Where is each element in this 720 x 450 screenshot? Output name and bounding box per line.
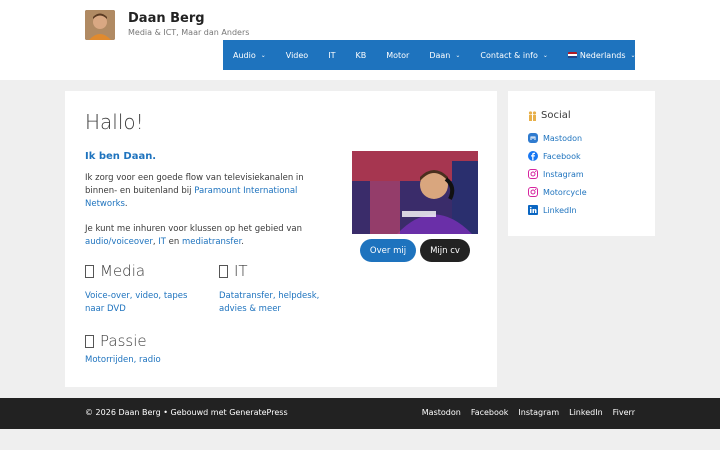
nav-item-contact[interactable]: Contact & info ⌄ — [470, 40, 557, 70]
people-emoji-icon — [528, 110, 537, 121]
site-title[interactable]: Daan Berg — [128, 11, 205, 26]
intro-heading: Ik ben Daan. — [85, 151, 157, 162]
nav-item-label: Daan — [429, 50, 451, 60]
profile-photo — [352, 151, 478, 234]
nav-item-motor[interactable]: Motor — [376, 40, 419, 70]
dutch-flag-icon — [567, 51, 577, 59]
footer-navigation: Mastodon Facebook Instagram LinkedIn Fiv… — [422, 408, 635, 417]
missing-glyph-icon — [219, 264, 228, 278]
site-footer: © 2026 Daan Berg • Gebouwd met GenerateP… — [0, 398, 720, 429]
main-navigation: Audio ⌄ Video IT KB Motor Daan ⌄ Contact… — [223, 40, 636, 70]
chevron-down-icon: ⌄ — [542, 51, 548, 59]
media-section-title: Media — [85, 262, 145, 280]
social-link-label: LinkedIn — [543, 205, 577, 215]
nav-item-audio[interactable]: Audio ⌄ — [223, 40, 276, 70]
nav-item-label: Motor — [386, 50, 410, 60]
nav-item-kb[interactable]: KB — [345, 40, 376, 70]
social-link-label: Mastodon — [543, 133, 583, 143]
missing-glyph-icon — [85, 334, 94, 348]
social-link-facebook[interactable]: Facebook — [528, 151, 581, 161]
nav-item-video[interactable]: Video — [276, 40, 318, 70]
about-me-button[interactable]: Over mij — [360, 239, 416, 262]
social-link-instagram[interactable]: Instagram — [528, 169, 584, 179]
social-link-linkedin[interactable]: LinkedIn — [528, 205, 577, 215]
section-title-text: IT — [234, 262, 248, 280]
site-header: Daan Berg Media & ICT, Maar dan Anders A… — [0, 0, 720, 80]
copyright-text: © 2026 Daan Berg • Gebouwd met GenerateP… — [85, 408, 288, 417]
passie-section-links[interactable]: Motorrijden, radio — [85, 354, 225, 367]
it-link[interactable]: IT — [158, 237, 166, 247]
main-content: Hallo! Ik ben Daan. Ik zorg voor een goe… — [65, 91, 497, 387]
social-title-text: Social — [541, 110, 571, 121]
intro-paragraph: Ik zorg voor een goede flow van televisi… — [85, 172, 325, 211]
sidebar-social-widget: Social Mastodon Facebook Instagram Motor… — [508, 91, 655, 236]
paragraph-text: en — [165, 237, 183, 247]
footer-link-facebook[interactable]: Facebook — [471, 408, 509, 417]
social-link-mastodon[interactable]: Mastodon — [528, 133, 582, 143]
footer-link-fiverr[interactable]: Fiverr — [613, 408, 635, 417]
paragraph-text: Je kunt me inhuren voor klussen op het g… — [85, 224, 303, 234]
nav-item-label: KB — [355, 50, 367, 60]
passie-section-title: Passie — [85, 332, 147, 350]
mediatransfer-link[interactable]: mediatransfer — [182, 237, 241, 247]
social-link-motorcycle[interactable]: Motorcycle — [528, 187, 587, 197]
footer-link-instagram[interactable]: Instagram — [518, 408, 559, 417]
instagram-icon — [528, 169, 538, 179]
page-title: Hallo! — [85, 110, 144, 134]
chevron-down-icon: ⌄ — [260, 51, 266, 59]
nav-item-label: IT — [328, 50, 336, 60]
nav-item-language[interactable]: Nederlands ⌄ — [558, 40, 646, 70]
site-description: Media & ICT, Maar dan Anders — [128, 28, 250, 37]
nav-item-label: Nederlands — [579, 50, 626, 60]
nav-item-it[interactable]: IT — [318, 40, 345, 70]
mastodon-icon — [528, 133, 538, 143]
nav-item-label: Audio — [233, 50, 256, 60]
chevron-down-icon: ⌄ — [455, 51, 461, 59]
linkedin-icon — [528, 205, 538, 215]
facebook-icon — [528, 151, 538, 161]
media-section-links[interactable]: Voice-over, video, tapes naar DVD — [85, 290, 200, 316]
instagram-icon — [528, 187, 538, 197]
it-section-links[interactable]: Datatransfer, helpdesk, advies & meer — [219, 290, 334, 316]
hire-paragraph: Je kunt me inhuren voor klussen op het g… — [85, 223, 325, 249]
paragraph-text: . — [241, 237, 244, 247]
social-link-label: Motorcycle — [543, 187, 587, 197]
it-section-title: IT — [219, 262, 248, 280]
footer-link-mastodon[interactable]: Mastodon — [422, 408, 461, 417]
social-widget-title: Social — [528, 110, 571, 121]
social-link-label: Facebook — [543, 151, 581, 161]
nav-item-daan[interactable]: Daan ⌄ — [419, 40, 470, 70]
chevron-down-icon: ⌄ — [630, 51, 636, 59]
missing-glyph-icon — [85, 264, 94, 278]
site-logo-avatar[interactable] — [85, 10, 115, 40]
paragraph-text: . — [124, 199, 128, 209]
section-title-text: Passie — [100, 332, 147, 350]
nav-item-label: Video — [285, 50, 309, 60]
footer-link-linkedin[interactable]: LinkedIn — [569, 408, 603, 417]
social-link-label: Instagram — [543, 169, 584, 179]
section-title-text: Media — [100, 262, 146, 280]
my-cv-button[interactable]: Mijn cv — [420, 239, 470, 262]
nav-item-label: Contact & info — [480, 50, 538, 60]
audio-voiceover-link[interactable]: audio/voiceover — [85, 237, 153, 247]
